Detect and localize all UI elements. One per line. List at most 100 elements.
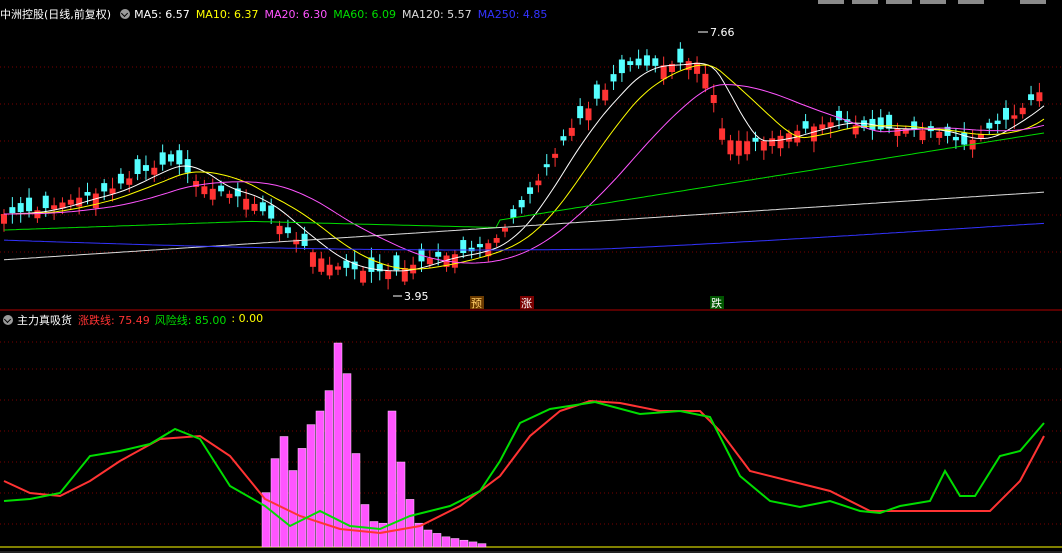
signal-label: 预 [471, 297, 482, 310]
absorption-bar [459, 539, 469, 548]
candle [1036, 92, 1043, 102]
absorption-bar [342, 373, 352, 548]
candle [76, 197, 83, 207]
candle [151, 167, 158, 175]
candle [1011, 115, 1018, 119]
indicator-line [3, 400, 1045, 531]
candle [426, 258, 433, 265]
moving-average-line [4, 64, 1045, 270]
candle [259, 202, 266, 212]
candle [785, 133, 792, 142]
candle [109, 188, 116, 194]
candle [810, 126, 817, 142]
candle [819, 124, 826, 130]
candle [1019, 107, 1026, 115]
absorption-bar [441, 536, 451, 548]
candle [769, 138, 776, 147]
candle [1, 214, 7, 224]
candle [335, 266, 341, 270]
absorption-bar [396, 461, 406, 548]
low-price-marker: 3.95 [404, 290, 429, 303]
candle [134, 159, 141, 175]
candle [535, 180, 542, 186]
candle [17, 203, 24, 213]
absorption-bar [405, 499, 415, 548]
candle [710, 95, 717, 103]
candle [451, 254, 458, 268]
candle [318, 258, 325, 272]
candle [702, 73, 709, 89]
candle [585, 108, 592, 121]
absorption-bar [279, 436, 289, 548]
candle [735, 140, 742, 156]
candle [994, 120, 1001, 125]
candle [911, 121, 918, 130]
candle [34, 210, 41, 219]
candle [560, 136, 567, 141]
candle [309, 252, 316, 267]
candle [660, 65, 667, 80]
candle [1003, 107, 1009, 120]
absorption-bar [297, 448, 307, 548]
candle [643, 55, 650, 66]
absorption-bar [450, 538, 460, 548]
candle [101, 183, 108, 192]
candlestick-chart[interactable]: 7.66 3.95 预 涨 跌 [0, 0, 1062, 311]
candle [635, 58, 642, 66]
candle [276, 225, 283, 235]
absorption-bar [432, 533, 442, 548]
candle [527, 187, 534, 194]
candle [385, 270, 392, 280]
candle [209, 188, 216, 200]
absorption-bar [369, 521, 379, 548]
candle [493, 238, 500, 243]
candle [777, 135, 784, 149]
candle [919, 130, 926, 141]
candle [168, 154, 174, 162]
candle [952, 136, 959, 141]
candle [360, 270, 367, 283]
candle [84, 192, 91, 196]
candle [936, 131, 943, 138]
candle [744, 141, 751, 155]
candle [727, 140, 734, 155]
candle [268, 205, 275, 219]
candle [877, 117, 884, 130]
absorption-bar [288, 470, 298, 548]
indicator-chart[interactable] [0, 311, 1062, 553]
candle [343, 260, 350, 268]
absorption-bar [468, 541, 478, 548]
candle [26, 197, 33, 212]
absorption-bar [477, 543, 487, 548]
candle [543, 164, 550, 168]
candle [627, 61, 634, 66]
candle [284, 227, 291, 234]
candle [218, 185, 225, 192]
signal-label: 涨 [521, 297, 532, 310]
candle [201, 186, 208, 195]
candle [9, 207, 16, 214]
candle [894, 128, 901, 136]
absorption-bar [423, 529, 433, 548]
candle [142, 165, 149, 171]
candle [602, 89, 609, 101]
candle [986, 122, 993, 129]
candle [42, 195, 49, 209]
candle [719, 128, 726, 140]
candle [1028, 94, 1035, 101]
candle [652, 58, 659, 66]
absorption-bar [351, 453, 361, 548]
candle [326, 264, 333, 276]
candle [577, 106, 584, 119]
candle [518, 200, 525, 208]
absorption-bar [360, 504, 370, 548]
candle [694, 62, 701, 74]
candle [510, 209, 517, 218]
candle [226, 193, 233, 198]
candle [760, 140, 767, 151]
signal-label: 跌 [711, 296, 722, 310]
candle [435, 251, 442, 257]
candle [677, 48, 684, 63]
candle [67, 199, 74, 205]
absorption-bar [315, 410, 325, 548]
